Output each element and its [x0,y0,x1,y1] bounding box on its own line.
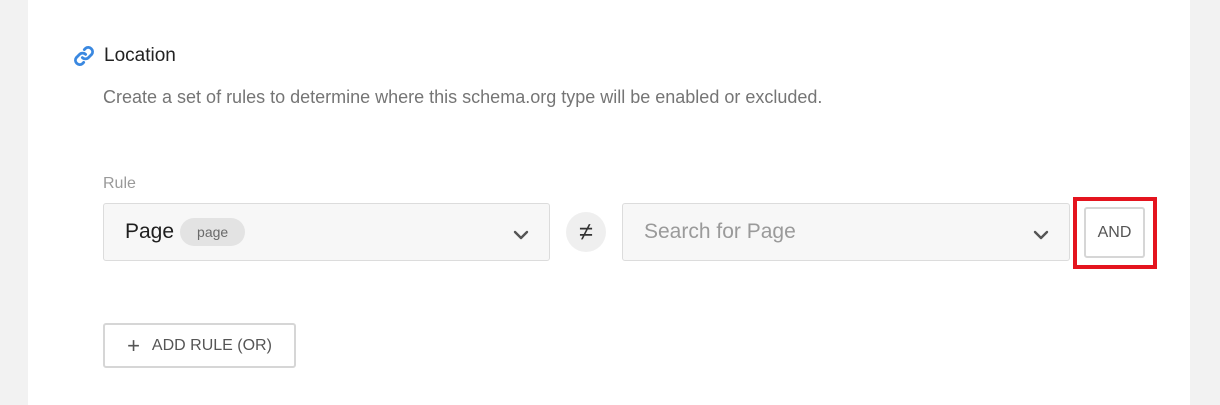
link-icon [70,42,98,70]
page-search-select[interactable]: Search for Page [622,203,1070,261]
plus-icon: + [127,332,140,358]
and-button[interactable]: AND [1084,207,1145,258]
chevron-down-icon[interactable] [513,227,529,240]
rule-label: Rule [103,175,136,192]
page-search-placeholder: Search for Page [644,220,796,243]
add-rule-or-button[interactable]: + ADD RULE (OR) [103,323,296,368]
chevron-down-icon[interactable] [1033,227,1049,240]
operator-toggle[interactable]: ≠ [566,212,606,252]
rule-type-badge: page [180,218,246,246]
not-equal-icon: ≠ [579,217,593,246]
section-description: Create a set of rules to determine where… [103,87,823,107]
rule-type-value: Page [125,220,175,243]
section-title: Location [104,45,176,66]
rule-type-select[interactable]: Page page [103,203,550,261]
location-section-header: Location [70,42,176,70]
add-rule-label: ADD RULE (OR) [151,336,272,354]
